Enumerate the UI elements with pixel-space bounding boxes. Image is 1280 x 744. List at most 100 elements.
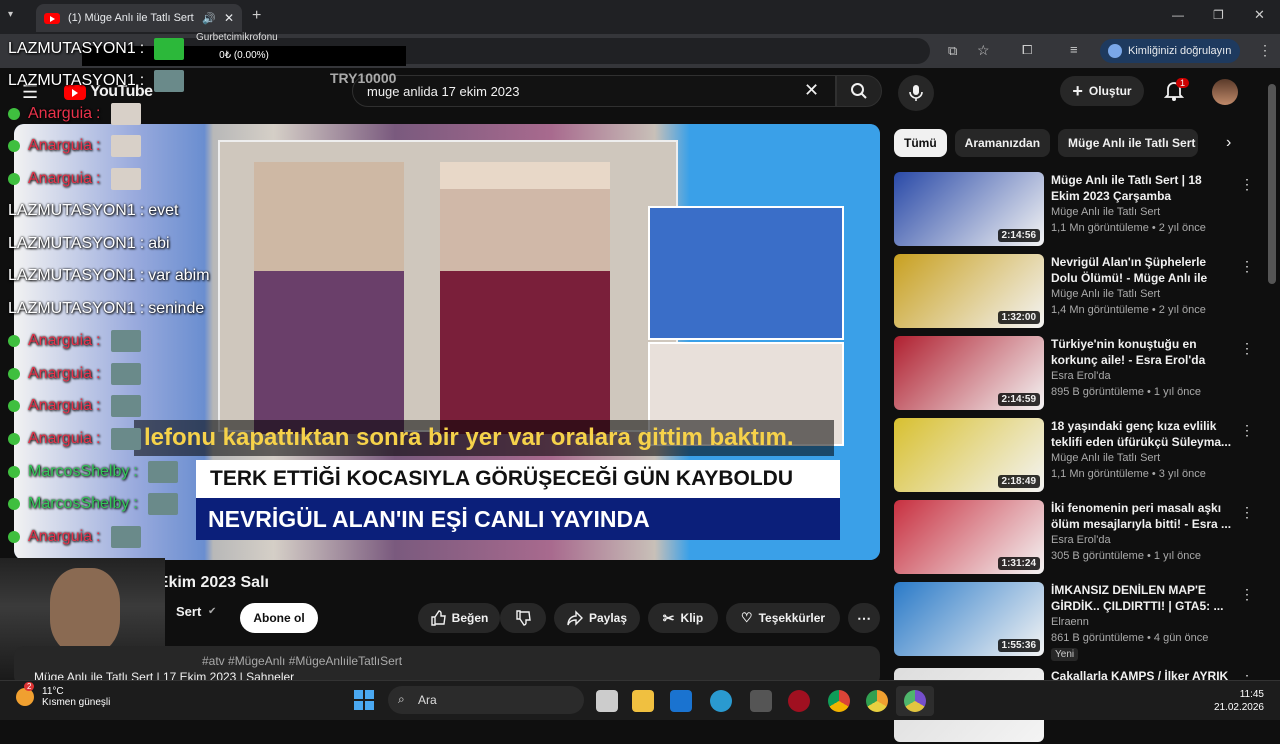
more-options-icon[interactable]: ⋮ — [1240, 586, 1254, 603]
recommendation-item[interactable]: 2:18:49 18 yaşındaki genç kıza evlilik te… — [894, 418, 1254, 494]
recommendation-title[interactable]: Nevrigül Alan'ın Şüphelerle Dolu Ölümü! … — [1051, 254, 1233, 286]
recommendation-item[interactable]: 2:14:59 Türkiye'nin konuştuğu en korkunç … — [894, 336, 1254, 412]
more-actions-button[interactable]: ⋯ — [848, 603, 880, 633]
emote-icon — [110, 135, 141, 157]
channel-name[interactable]: Sert — [176, 604, 201, 619]
new-badge: Yeni — [1051, 648, 1079, 661]
thanks-button[interactable]: ♡ Teşekkürler — [726, 603, 840, 633]
recommendation-title[interactable]: Müge Anlı ile Tatlı Sert | 18 Ekim 2023 … — [1051, 172, 1233, 204]
share-button[interactable]: Paylaş — [554, 603, 640, 633]
weather-widget[interactable]: 2 11°C Kısmen güneşli — [16, 682, 110, 708]
emote-icon — [110, 428, 141, 450]
chip-all[interactable]: Tümü — [894, 129, 947, 157]
recommendation-channel[interactable]: Esra Erol'da — [1051, 534, 1111, 546]
chip-channel[interactable]: Müge Anlı ile Tatlı Sert a — [1058, 129, 1199, 157]
chat-separator: : — [139, 267, 145, 284]
close-window-button[interactable]: ✕ — [1254, 7, 1265, 23]
chips-next-icon[interactable]: › — [1226, 134, 1231, 152]
recommendation-channel[interactable]: Esra Erol'da — [1051, 370, 1111, 382]
maximize-button[interactable]: ❐ — [1213, 8, 1224, 22]
verified-check-icon — [8, 466, 20, 478]
taskbar-search[interactable]: Ara — [388, 686, 584, 714]
recommendation-item[interactable]: 1:32:00 Nevrigül Alan'ın Şüphelerle Dolu … — [894, 254, 1254, 330]
extensions-icon[interactable]: ⧠ — [1022, 42, 1032, 58]
start-icon[interactable] — [354, 690, 374, 710]
search-icon — [851, 83, 867, 99]
clear-search-icon[interactable]: ✕ — [804, 80, 819, 101]
chat-separator: : — [96, 137, 101, 154]
system-clock[interactable]: 11:45 21.02.2026 — [1202, 688, 1264, 714]
recommendation-title[interactable]: İMKANSIZ DENİLEN MAP'E GİRDİK.. ÇILDIRTT… — [1051, 582, 1233, 614]
more-options-icon[interactable]: ⋮ — [1240, 258, 1254, 275]
chat-message: MarcosShelby: — [8, 491, 178, 517]
account-avatar[interactable] — [1212, 79, 1238, 105]
taskbar-search-label: Ara — [418, 693, 437, 707]
more-options-icon[interactable]: ⋮ — [1240, 340, 1254, 357]
close-tab-icon[interactable]: ✕ — [224, 11, 234, 25]
like-button[interactable]: Beğen — [418, 603, 500, 633]
recommendation-title[interactable]: Türkiye'nin konuştuğu en korkunç aile! -… — [1051, 336, 1233, 368]
recommendation-item[interactable]: 1:55:36 İMKANSIZ DENİLEN MAP'E GİRDİK.. Ç… — [894, 582, 1254, 661]
chip-related[interactable]: Aramanızdan — [954, 129, 1051, 157]
video-subtitle: lefonu kapattıktan sonra bir yer var ora… — [134, 420, 834, 456]
new-tab-button[interactable]: + — [252, 7, 261, 25]
recommendation-thumbnail[interactable]: 1:31:24 — [894, 500, 1044, 574]
tab-title: (1) Müge Anlı ile Tatlı Sert | — [68, 12, 195, 24]
recommendation-title[interactable]: 18 yaşındaki genç kıza evlilik teklifi e… — [1051, 418, 1233, 450]
plus-icon: + — [1072, 80, 1083, 101]
chat-message: Anarguia: — [8, 133, 141, 159]
create-button[interactable]: + Oluştur — [1060, 76, 1144, 106]
notifications-button[interactable]: 1 — [1164, 78, 1190, 102]
recommendation-channel[interactable]: Müge Anlı ile Tatlı Sert — [1051, 452, 1160, 464]
app-icon-red[interactable] — [788, 690, 810, 712]
browser-tab[interactable]: (1) Müge Anlı ile Tatlı Sert | 🔊 ✕ — [36, 4, 242, 32]
duration-badge: 1:31:24 — [997, 557, 1040, 570]
recommendation-item[interactable]: 2:14:56 Müge Anlı ile Tatlı Sert | 18 Eki… — [894, 172, 1254, 248]
chrome-canary-icon[interactable] — [866, 690, 888, 712]
speaker-icon[interactable]: 🔊 — [202, 12, 216, 25]
tab-list-button[interactable]: ▾ — [8, 9, 13, 20]
more-options-icon[interactable]: ⋮ — [1240, 176, 1254, 193]
dislike-button[interactable] — [500, 603, 546, 633]
recommendation-thumbnail[interactable]: 2:14:56 — [894, 172, 1044, 246]
chat-username: Anarguia — [28, 105, 93, 122]
profile-icon — [1108, 44, 1122, 58]
outlook-icon[interactable] — [670, 690, 692, 712]
browser-menu-icon[interactable]: ⋮ — [1258, 42, 1272, 59]
clock-time: 11:45 — [1239, 689, 1264, 700]
search-input[interactable]: muge anlida 17 ekim 2023 — [352, 75, 836, 107]
task-view-icon[interactable] — [596, 690, 618, 712]
search-button[interactable] — [836, 75, 882, 107]
recommendation-thumbnail[interactable]: 2:18:49 — [894, 418, 1044, 492]
taskbar-search-icon: ⌕ — [398, 692, 405, 706]
calculator-icon[interactable] — [750, 690, 772, 712]
recommendation-thumbnail[interactable]: 2:14:59 — [894, 336, 1044, 410]
minimize-button[interactable]: — — [1172, 8, 1184, 22]
duration-badge: 2:14:56 — [997, 229, 1040, 242]
subscribe-button[interactable]: Abone ol — [240, 603, 318, 633]
chat-username: Anarguia — [28, 397, 93, 414]
video-inset-top — [648, 206, 844, 340]
more-options-icon[interactable]: ⋮ — [1240, 504, 1254, 521]
donation-goal: TRY10000 — [330, 70, 397, 86]
recommendation-thumbnail[interactable]: 1:32:00 — [894, 254, 1044, 328]
recommendation-thumbnail[interactable]: 1:55:36 — [894, 582, 1044, 656]
scrollbar[interactable] — [1268, 84, 1276, 284]
more-options-icon[interactable]: ⋮ — [1240, 422, 1254, 439]
recommendation-channel[interactable]: Müge Anlı ile Tatlı Sert — [1051, 206, 1160, 218]
media-icon[interactable]: ≡ — [1070, 42, 1078, 57]
install-icon[interactable]: ⧉ — [948, 43, 957, 59]
bookmark-star-icon[interactable]: ☆ — [977, 42, 990, 59]
recommendation-title[interactable]: İki fenomenin peri masalı aşkı ölüm mesa… — [1051, 500, 1233, 532]
recommendation-item[interactable]: 1:31:24 İki fenomenin peri masalı aşkı öl… — [894, 500, 1254, 576]
browser-tab-bar: ▾ (1) Müge Anlı ile Tatlı Sert | 🔊 ✕ + —… — [0, 0, 1280, 34]
file-explorer-icon[interactable] — [632, 690, 654, 712]
recommendation-channel[interactable]: Elraenn — [1051, 616, 1089, 628]
recommendation-channel[interactable]: Müge Anlı ile Tatlı Sert — [1051, 288, 1160, 300]
clip-button[interactable]: ✂ Klip — [648, 603, 718, 633]
verify-identity-button[interactable]: Kimliğinizi doğrulayın — [1100, 39, 1240, 63]
voice-search-button[interactable] — [898, 75, 934, 111]
chrome-icon[interactable] — [828, 690, 850, 712]
chat-separator: : — [139, 72, 145, 89]
edge-icon[interactable] — [710, 690, 732, 712]
